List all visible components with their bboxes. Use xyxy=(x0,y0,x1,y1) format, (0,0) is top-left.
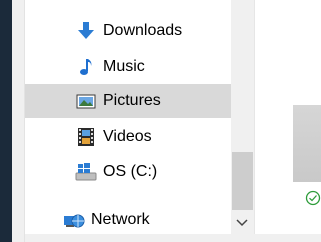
pictures-icon xyxy=(75,90,97,112)
nav-item-label: OS (C:) xyxy=(103,163,158,180)
videos-film-icon xyxy=(75,126,97,148)
navigation-pane: Downloads Music Pictures Videos OS (C:) … xyxy=(25,0,231,242)
nav-item-music[interactable]: Music xyxy=(25,50,231,84)
nav-item-network[interactable]: Network xyxy=(25,203,231,237)
drive-tile[interactable] xyxy=(293,105,321,182)
windows-drive-icon xyxy=(75,161,97,183)
window-left-edge xyxy=(12,0,25,242)
network-globe-icon xyxy=(63,209,85,231)
nav-item-label: Pictures xyxy=(103,92,161,109)
nav-item-label: Music xyxy=(103,58,145,75)
scroll-down-button[interactable] xyxy=(233,214,251,232)
bottom-edge xyxy=(25,234,321,242)
nav-item-label: Network xyxy=(91,211,150,228)
download-arrow-icon xyxy=(75,20,97,42)
music-note-icon xyxy=(75,56,97,78)
nav-item-os-c[interactable]: OS (C:) xyxy=(25,155,231,189)
nav-item-pictures[interactable]: Pictures xyxy=(25,84,231,118)
nav-item-videos[interactable]: Videos xyxy=(25,120,231,154)
check-icon xyxy=(305,190,321,206)
nav-item-label: Videos xyxy=(103,128,152,145)
chevron-down-icon xyxy=(236,214,248,232)
nav-scrollbar-thumb[interactable] xyxy=(232,152,253,210)
nav-item-label: Downloads xyxy=(103,22,183,39)
nav-item-downloads[interactable]: Downloads xyxy=(25,14,231,48)
